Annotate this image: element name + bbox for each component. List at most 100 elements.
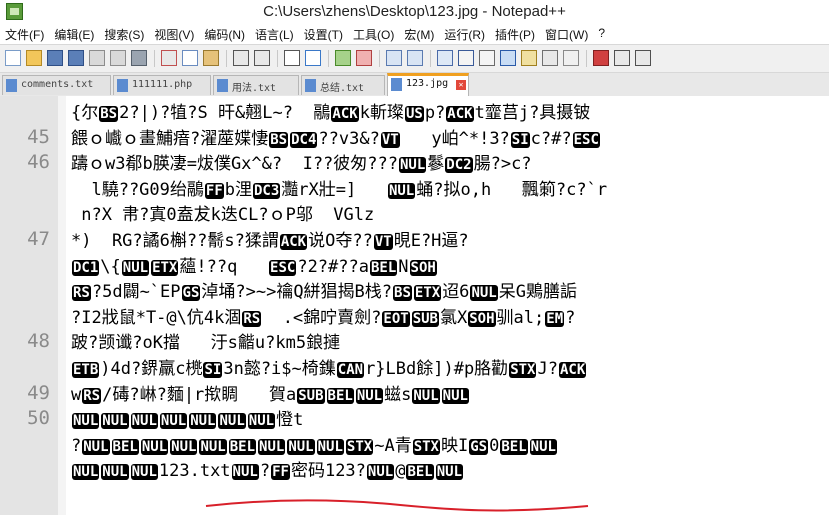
code-text: 鬖 xyxy=(427,154,445,175)
control-char-badge: NUL xyxy=(159,413,188,430)
new-file-icon[interactable] xyxy=(5,50,21,66)
tab-111111-php[interactable]: 111111.php xyxy=(113,75,211,95)
menu-language[interactable]: 语言(L) xyxy=(250,24,299,43)
menu-run[interactable]: 运行(R) xyxy=(439,24,490,43)
menu-tools[interactable]: 工具(O) xyxy=(348,24,399,43)
sync-horizontal-icon[interactable] xyxy=(407,50,423,66)
code-line[interactable]: {尔 BS 2?|)?犆?S 旰&翹L~? 鷊 ACK k斬璨 US p? ACK t韲莒j?具… xyxy=(71,101,829,125)
code-text: 0 xyxy=(489,435,500,456)
tab-summary-txt[interactable]: 总结.txt xyxy=(301,75,385,95)
zoom-out-icon[interactable] xyxy=(356,50,372,66)
document-map-icon[interactable] xyxy=(521,50,537,66)
close-file-icon[interactable] xyxy=(89,50,105,66)
toolbar-separator xyxy=(277,50,278,67)
code-text: ?5d闢~`EP xyxy=(91,282,181,303)
tab-comments-txt[interactable]: comments.txt xyxy=(2,75,111,95)
control-char-badge: NUL xyxy=(72,464,100,481)
control-char-badge: FF xyxy=(271,464,290,481)
code-line[interactable]: ETB)4d?鎅羸c橷 SI 3n懿?i$~椅鏶 CAN r}LBd餘])#p胳勸 STX… xyxy=(71,357,829,381)
show-all-characters-icon[interactable] xyxy=(458,50,474,66)
code-line[interactable]: w RS/碡?崊?麵|r揿睭 賀a SUB BEL NUL 螆s NUL NUL xyxy=(71,383,829,407)
sync-vertical-icon[interactable] xyxy=(386,50,402,66)
replace-icon[interactable] xyxy=(305,50,321,66)
control-char-badge: SI xyxy=(510,131,530,148)
code-text: 晛E?H逼? xyxy=(393,231,469,251)
control-char-badge: BEL xyxy=(406,464,434,481)
menu-view[interactable]: 视图(V) xyxy=(149,24,199,43)
code-text: J? xyxy=(537,359,558,379)
control-char-badge: ETX xyxy=(413,285,442,302)
code-line[interactable]: n?X 帇?寘0盍犮k迭CL?ｏP邬 VGlz xyxy=(71,203,829,227)
control-char-badge: NUL xyxy=(130,413,158,430)
tab-usage-txt[interactable]: 用法.txt xyxy=(213,75,299,95)
user-defined-language-icon[interactable] xyxy=(500,50,516,66)
control-char-badge: NUL xyxy=(72,413,100,430)
control-char-badge: NUL xyxy=(387,182,416,199)
indent-guide-icon[interactable] xyxy=(479,50,495,66)
folder-workspace-icon[interactable] xyxy=(563,50,579,66)
code-line[interactable]: ?I2戕鼠*T-@\伉4k涸 RS .<錦咛賣劍? EOT SUB 氯X SOH 驯al; E… xyxy=(71,306,829,330)
editor-area[interactable]: {尔 BS 2?|)?犆?S 旰&翹L~? 鷊 ACK k斬璨 US p? ACK t韲莒j?具… xyxy=(0,96,829,515)
tab-123-jpg[interactable]: 123.jpg ✕ xyxy=(387,73,469,96)
close-all-icon[interactable] xyxy=(110,50,126,66)
menu-edit[interactable]: 编辑(E) xyxy=(49,24,99,43)
code-line[interactable]: NUL NUL NUL NUL NUL NUL NUL 憕t xyxy=(71,408,829,432)
code-line[interactable]: 跛?𫖮谶?oK擋 汙s龤u?km5鋃摙 xyxy=(71,331,829,355)
open-file-icon[interactable] xyxy=(26,50,42,66)
code-line[interactable]: *) RG?譎6槲??鬋s?猱謂 ACK 说O夺?? VT 晛E?H逼? xyxy=(71,229,829,253)
file-saved-icon xyxy=(217,79,228,92)
menu-search[interactable]: 搜索(S) xyxy=(99,24,149,43)
menu-settings[interactable]: 设置(T) xyxy=(299,24,348,43)
code-line[interactable]: 餵ｏ巇ｏ畫鯆瘖?濯蓙媟悽 BS DC4 ??v3&? VT y岶^*!3? SI c?#? E… xyxy=(71,127,829,151)
word-wrap-icon[interactable] xyxy=(437,50,453,66)
menu-encoding[interactable]: 编码(N) xyxy=(199,24,250,43)
redo-icon[interactable] xyxy=(254,50,270,66)
tab-label: comments.txt xyxy=(21,79,94,90)
code-line[interactable]: l驍??G09绐鷊 FF b浬 DC3 灩rX壯=] NUL 蛹?拟o,h 飄箣?c?`r xyxy=(71,178,829,202)
undo-icon[interactable] xyxy=(233,50,249,66)
find-icon[interactable] xyxy=(284,50,300,66)
save-icon[interactable] xyxy=(47,50,63,66)
menu-plugins[interactable]: 插件(P) xyxy=(490,24,540,43)
cut-icon[interactable] xyxy=(161,50,177,66)
menu-window[interactable]: 窗口(W) xyxy=(540,24,593,43)
file-saved-icon xyxy=(6,79,17,92)
code-line[interactable]: NUL NUL NUL 123.txt NUL? FF 密码123? NUL @ BEL NUL xyxy=(71,459,829,483)
code-text: 驯al; xyxy=(496,307,545,328)
tab-label: 用法.txt xyxy=(232,83,277,94)
code-line[interactable]: DC1 \{NUL ETX 蘊!??q ESC ?2?#??a BEL N SOH xyxy=(71,255,829,279)
control-char-badge: DC3 xyxy=(253,182,281,199)
control-char-badge: DC2 xyxy=(445,157,473,174)
tab-label: 总结.txt xyxy=(320,83,365,94)
playback-macro-icon[interactable] xyxy=(635,50,651,66)
control-char-badge: CAN xyxy=(336,362,365,378)
menu-file[interactable]: 文件(F) xyxy=(0,24,49,43)
zoom-in-icon[interactable] xyxy=(335,50,351,66)
code-text: N xyxy=(398,256,409,277)
code-text: 映I xyxy=(441,435,469,456)
stop-recording-icon[interactable] xyxy=(614,50,630,66)
line-number: 46 xyxy=(27,151,50,174)
paste-icon[interactable] xyxy=(203,50,219,66)
control-char-badge: GS xyxy=(181,285,201,302)
control-char-badge: NUL xyxy=(441,387,469,404)
function-list-icon[interactable] xyxy=(542,50,558,66)
code-text: p? xyxy=(424,103,446,123)
menu-help[interactable]: ? xyxy=(593,24,610,43)
code-line[interactable]: RS ?5d闢~`EP GS 淖埇?>~>禴Q絣猖揭B栈? BS ETX 迢6 NUL 呆G鶪膳… xyxy=(71,280,829,304)
control-char-badge: NUL xyxy=(366,464,395,481)
control-char-badge: NUL xyxy=(316,438,344,455)
save-all-icon[interactable] xyxy=(68,50,84,66)
control-char-badge: BEL xyxy=(500,438,528,455)
menu-macro[interactable]: 宏(M) xyxy=(399,24,439,43)
code-text: t韲莒j?具摄铍 xyxy=(474,103,591,123)
print-icon[interactable] xyxy=(131,50,147,66)
record-macro-icon[interactable] xyxy=(593,50,609,66)
line-number: 49 xyxy=(27,381,50,404)
control-char-badge: GS xyxy=(469,438,489,455)
code-line[interactable]: ? NUL BEL NUL NUL NUL BEL NUL NUL NUL STX ~A青 STX 映I G… xyxy=(71,434,829,458)
code-line[interactable]: 躊ｏw3郩b朠凄=炦僕Gx^&? I??彼匆??? NUL 鬖 DC2 腸?>c? xyxy=(71,152,829,176)
copy-icon[interactable] xyxy=(182,50,198,66)
control-char-badge: NUL xyxy=(199,438,227,455)
close-tab-icon[interactable]: ✕ xyxy=(456,80,466,90)
